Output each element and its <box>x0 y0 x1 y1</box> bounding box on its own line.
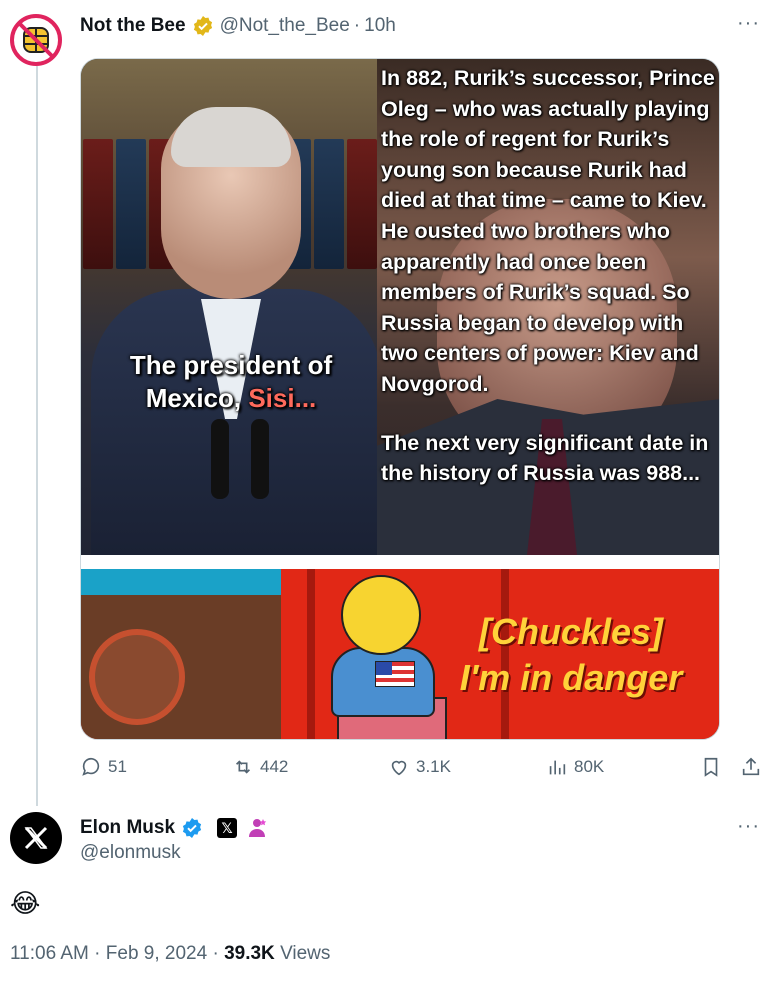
views-count: 80K <box>574 757 605 776</box>
caption-left: The president of Mexico, Sisi... <box>129 350 333 413</box>
chair-frame <box>307 569 315 739</box>
views-count: 39.3K <box>224 943 275 964</box>
panel-divider <box>81 555 719 569</box>
more-options-icon[interactable]: ··· <box>737 12 760 35</box>
tweet-text: 😂 <box>10 888 41 918</box>
tweet-action-bar: 51 442 3.1K 80K <box>80 756 770 784</box>
verified-gold-icon <box>193 16 212 36</box>
repost-count: 442 <box>260 757 289 776</box>
person-badge-icon <box>249 819 267 837</box>
bee-watermark-icon <box>89 629 185 725</box>
share-button[interactable] <box>740 756 768 778</box>
tweet-date[interactable]: Feb 9, 2024 <box>106 943 207 964</box>
reply-icon <box>82 757 100 776</box>
separator-dot: · <box>94 943 101 964</box>
like-icon <box>391 760 407 776</box>
microphone <box>251 419 269 499</box>
views-icon <box>549 760 566 775</box>
author-name[interactable]: Not the Bee <box>80 15 186 37</box>
microphone <box>211 419 229 499</box>
views-label: Views <box>280 943 331 964</box>
flag-icon <box>375 661 415 687</box>
left-photo <box>81 59 381 555</box>
author-handle[interactable]: @elonmusk <box>80 842 181 864</box>
cartoon-wall <box>81 569 281 739</box>
views-button[interactable]: 80K <box>546 756 604 778</box>
like-button[interactable]: 3.1K <box>388 756 451 778</box>
bee-logo-icon[interactable] <box>10 14 62 66</box>
author-handle[interactable]: @Not_the_Bee <box>220 15 350 37</box>
tweet-time[interactable]: 10h <box>364 15 396 37</box>
reply-button[interactable]: 51 <box>80 756 127 778</box>
speaker-hair <box>171 107 291 167</box>
meme-caption: [Chuckles] I'm in danger <box>459 611 683 698</box>
affiliate-x-badge-icon[interactable]: 𝕏 <box>217 818 238 838</box>
repost-button[interactable]: 442 <box>232 756 288 778</box>
tweet-media-image[interactable]: The president of Mexico, Sisi... In 882,… <box>80 58 720 740</box>
bookmark-icon <box>704 757 718 777</box>
verified-blue-icon <box>182 818 202 838</box>
separator-dot: · <box>212 943 219 964</box>
meme-top-panel: The president of Mexico, Sisi... In 882,… <box>81 59 719 555</box>
reply-count: 51 <box>108 757 127 776</box>
author-avatar[interactable] <box>10 812 62 864</box>
share-icon <box>742 757 760 776</box>
tweet-time[interactable]: 11:06 AM <box>10 943 89 964</box>
x-logo-icon <box>24 826 48 850</box>
bookmark-button[interactable] <box>700 756 728 778</box>
more-options-icon[interactable]: ··· <box>737 815 760 838</box>
like-count: 3.1K <box>416 757 451 776</box>
tweet-meta: 11:06 AM · Feb 9, 2024 · 39.3K Views <box>10 943 330 965</box>
caption-right: In 882, Rurik’s successor, Prince Oleg –… <box>381 66 715 486</box>
author-name[interactable]: Elon Musk <box>80 817 175 839</box>
meme-bottom-panel: [Chuckles] I'm in danger <box>81 569 719 739</box>
separator-dot: · <box>353 15 361 36</box>
tweet-header: Elon Musk 𝕏 <box>80 815 269 841</box>
cartoon-head <box>341 575 421 655</box>
quoted-tweet-header: Not the Bee @Not_the_Bee · 10h <box>80 13 396 39</box>
thread-connector-line <box>36 66 38 806</box>
caption-highlight: Sisi... <box>248 383 317 413</box>
repost-icon <box>235 760 251 774</box>
